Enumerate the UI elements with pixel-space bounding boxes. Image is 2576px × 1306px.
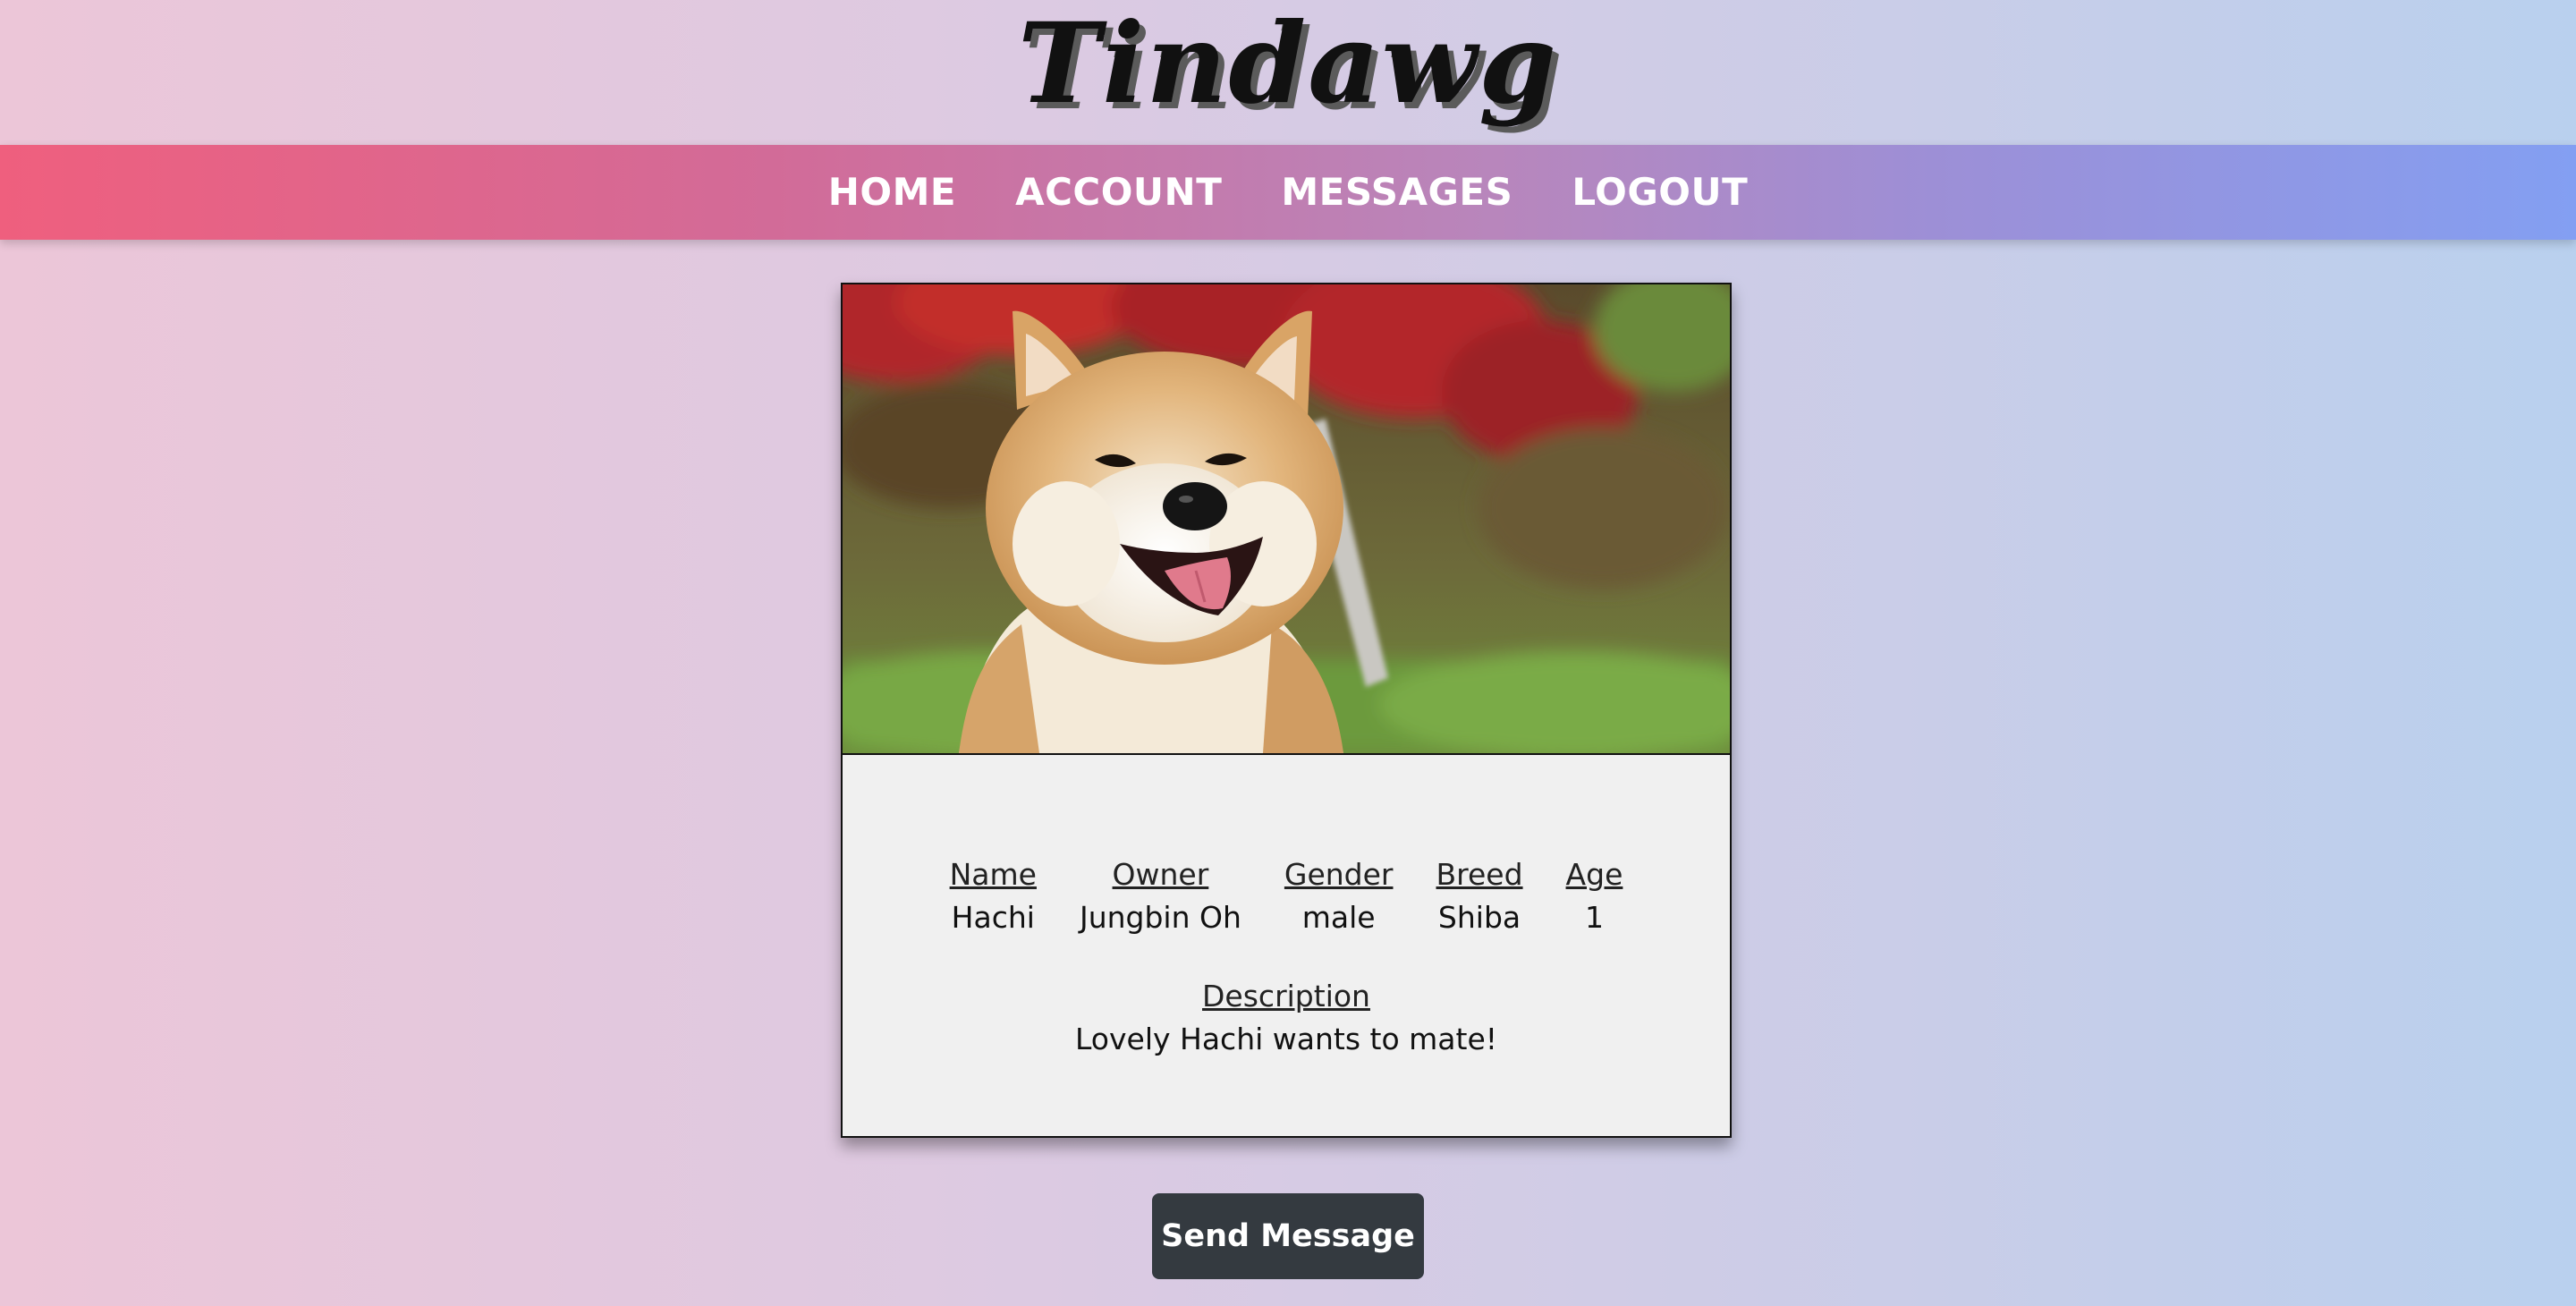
breed-header: Breed: [1436, 857, 1523, 892]
dog-photo: [843, 284, 1730, 755]
description-value: Lovely Hachi wants to mate!: [1075, 1022, 1497, 1056]
info-col-breed: Breed Shiba: [1436, 853, 1523, 939]
info-col-owner: Owner Jungbin Oh: [1080, 853, 1241, 939]
name-value: Hachi: [951, 900, 1035, 935]
age-header: Age: [1565, 857, 1623, 892]
breed-value: Shiba: [1437, 900, 1521, 935]
gender-header: Gender: [1284, 857, 1394, 892]
nav-link-logout[interactable]: LOGOUT: [1572, 145, 1748, 240]
owner-header: Owner: [1112, 857, 1209, 892]
description-section: Description Lovely Hachi wants to mate!: [843, 975, 1730, 1061]
info-col-gender: Gender male: [1284, 853, 1394, 939]
nav-link-home[interactable]: HOME: [828, 145, 956, 240]
description-header: Description: [1202, 979, 1370, 1013]
site-logo: Tindawg: [1017, 0, 1559, 129]
nav-link-account[interactable]: ACCOUNT: [1015, 145, 1222, 240]
info-col-age: Age 1: [1566, 853, 1623, 939]
age-value: 1: [1584, 900, 1604, 935]
dog-profile-card: Name Hachi Owner Jungbin Oh Gender male …: [841, 283, 1732, 1138]
dog-info-table: Name Hachi Owner Jungbin Oh Gender male …: [843, 853, 1730, 939]
owner-value: Jungbin Oh: [1079, 900, 1241, 935]
gender-value: male: [1301, 900, 1376, 935]
name-header: Name: [949, 857, 1037, 892]
send-message-button[interactable]: Send Message: [1152, 1193, 1424, 1279]
main-navbar: HOME ACCOUNT MESSAGES LOGOUT: [0, 145, 2576, 240]
info-col-name: Name Hachi: [950, 853, 1037, 939]
nav-link-messages[interactable]: MESSAGES: [1281, 145, 1513, 240]
